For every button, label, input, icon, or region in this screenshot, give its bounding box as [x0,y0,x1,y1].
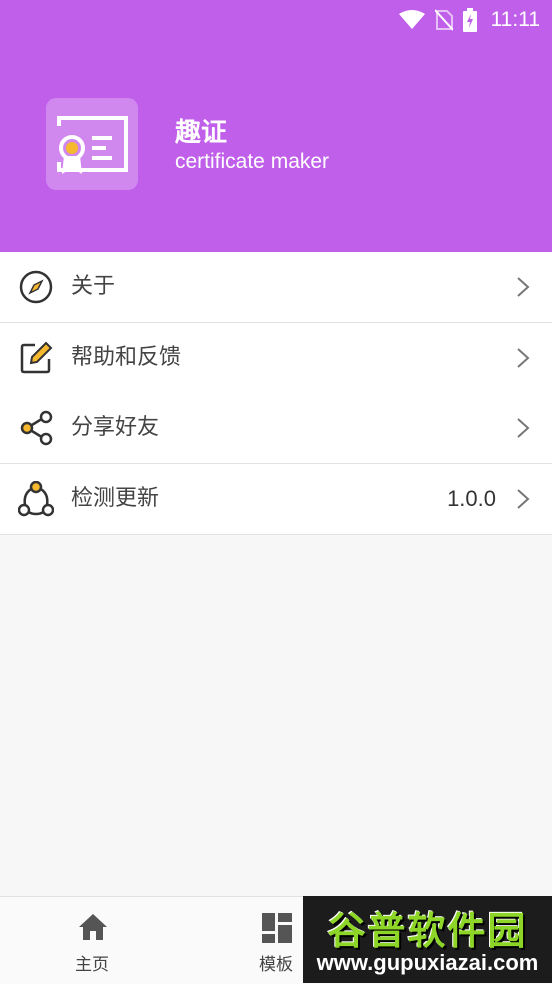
edit-icon [20,341,53,374]
watermark-url: www.gupuxiazai.com [316,950,539,975]
watermark-title: 谷普软件园 [327,909,528,953]
menu-item-label: 帮助和反馈 [71,345,182,370]
menu-item-label: 分享好友 [71,415,160,440]
status-bar: 11:11 [398,6,540,34]
chevron-right-icon [517,348,530,368]
menu-item-label: 检测更新 [71,486,160,511]
wifi-icon [398,10,425,29]
settings-menu: 关于 帮助和反馈 分享好友 检测更新 1.0.0 [0,252,552,535]
app-subtitle: certificate maker [175,150,330,173]
template-icon [262,913,292,943]
version-value: 1.0.0 [447,486,496,511]
certificate-icon [57,116,128,174]
share-icon [20,410,53,446]
menu-item-label: 关于 [71,274,116,299]
watermark: 谷普软件园 www.gupuxiazai.com [303,896,552,983]
menu-item-about[interactable]: 关于 [0,252,552,323]
compass-icon [19,270,53,304]
chevron-right-icon [517,277,530,297]
no-sim-icon [434,9,453,31]
menu-item-share[interactable]: 分享好友 [0,393,552,464]
update-icon [18,481,54,517]
chevron-right-icon [517,418,530,438]
nav-home-label: 主页 [75,955,109,975]
nav-home[interactable]: 主页 [42,897,142,984]
chevron-right-icon [517,489,530,509]
battery-charging-icon [462,8,477,32]
profile-header: 11:11 趣证 certificate maker [0,0,552,252]
menu-item-check-update[interactable]: 检测更新 1.0.0 [0,464,552,535]
home-icon [79,914,107,940]
menu-item-help-feedback[interactable]: 帮助和反馈 [0,323,552,393]
app-logo [46,98,138,190]
clock: 11:11 [490,8,540,31]
app-name: 趣证 [175,118,228,148]
